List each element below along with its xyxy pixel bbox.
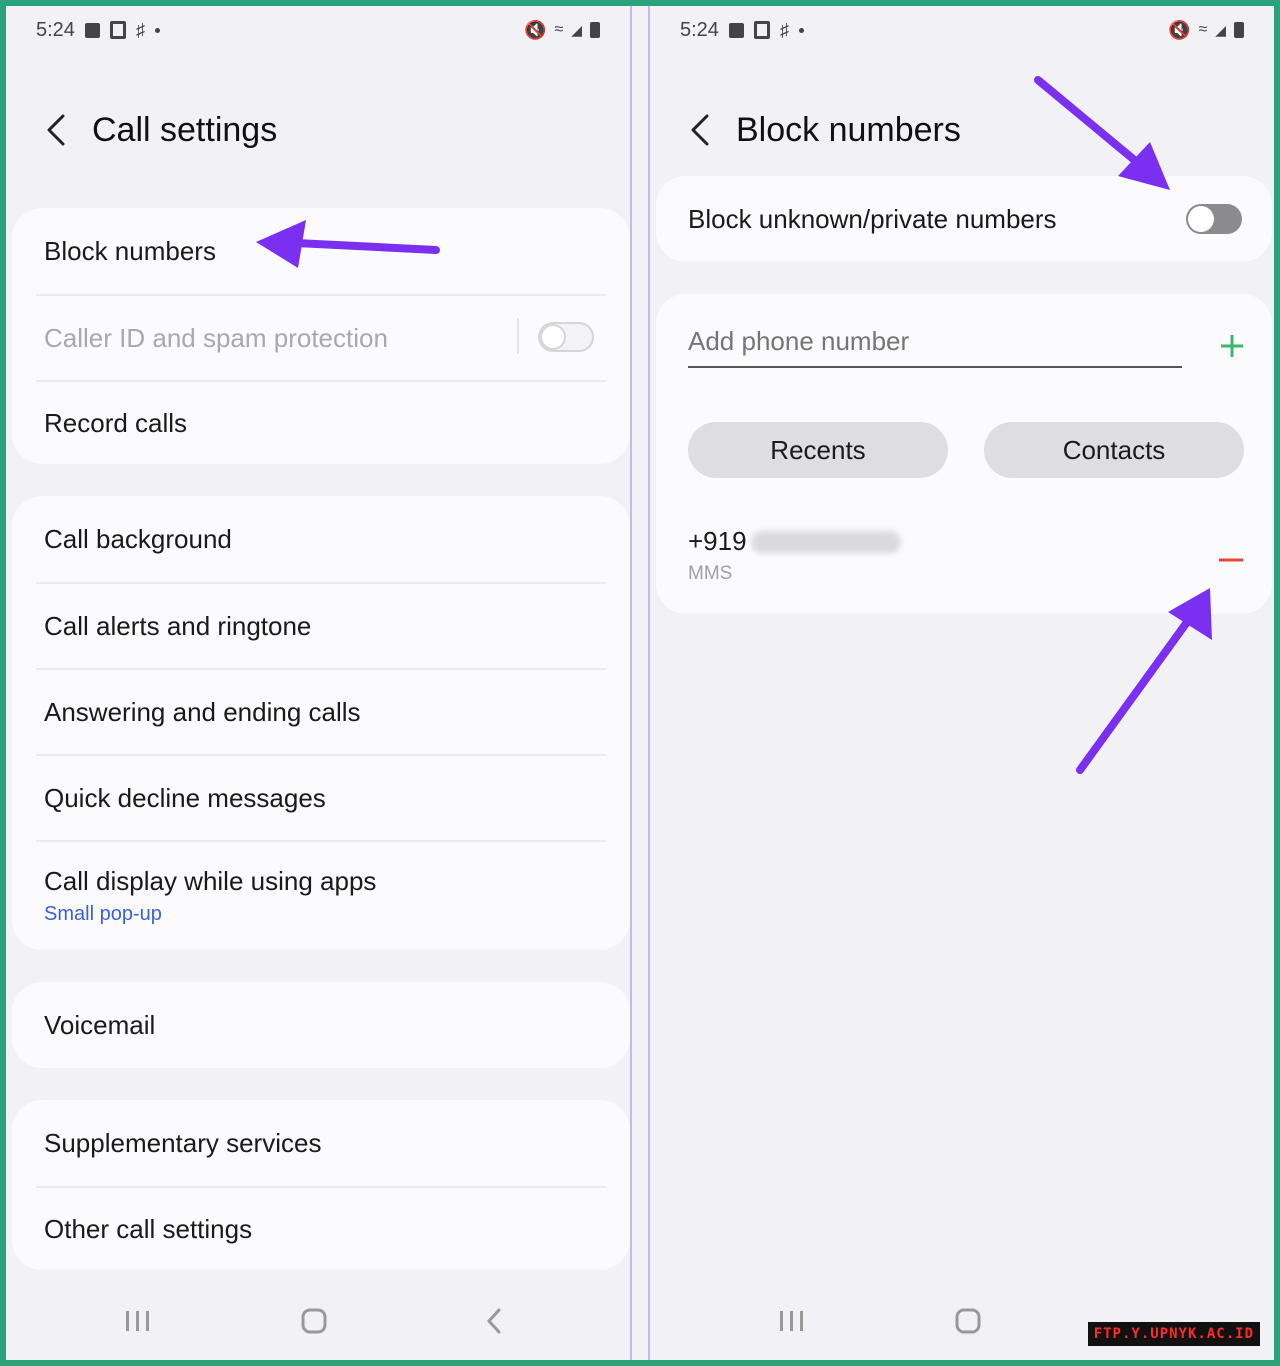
block-unknown-label: Block unknown/private numbers	[688, 203, 1057, 234]
blurred-digits	[750, 530, 901, 553]
back-arrow-icon[interactable]	[680, 110, 720, 150]
more-notifications-icon	[154, 27, 160, 33]
quick-decline-messages-item[interactable]: Quick decline messages	[12, 756, 630, 840]
mute-icon: 🔇	[1168, 19, 1191, 40]
recent-apps-icon[interactable]	[762, 1296, 822, 1346]
settings-group-blocking: Block numbers Caller ID and spam protect…	[12, 208, 630, 464]
block-unknown-toggle[interactable]	[1186, 204, 1242, 234]
caller-id-spam-label: Caller ID and spam protection	[44, 322, 388, 353]
page-title: Call settings	[92, 110, 278, 149]
call-display-sub: Small pop-up	[44, 903, 162, 925]
call-alerts-ringtone-label: Call alerts and ringtone	[44, 610, 312, 641]
add-number-plus-icon[interactable]	[1218, 332, 1246, 360]
gallery-notification-icon	[728, 22, 744, 38]
block-numbers-screen: 5:24 ♯ 🔇 ≈ ◢ Block numbers Block unknown…	[650, 6, 1274, 1360]
call-background-item[interactable]: Call background	[12, 496, 630, 582]
battery-icon	[590, 22, 600, 38]
mute-icon: 🔇	[524, 19, 547, 40]
block-unknown-item[interactable]: Block unknown/private numbers	[656, 176, 1272, 262]
add-phone-number-input[interactable]	[688, 316, 1182, 368]
call-settings-screen: 5:24 ♯ 🔇 ≈ ◢ Call settings Block numbers…	[6, 6, 630, 1360]
app-notification-icon	[109, 21, 126, 39]
block-numbers-label: Block numbers	[44, 235, 216, 266]
toggle-divider	[517, 318, 519, 354]
blocked-number-type: MMS	[688, 563, 733, 584]
other-call-settings-item[interactable]: Other call settings	[12, 1188, 630, 1270]
call-background-label: Call background	[44, 523, 232, 554]
page-header: Block numbers	[680, 102, 961, 158]
page-title: Block numbers	[736, 110, 961, 149]
status-bar: 5:24 ♯ 🔇 ≈ ◢	[680, 14, 1244, 46]
navigation-bar	[6, 1296, 630, 1346]
call-alerts-ringtone-item[interactable]: Call alerts and ringtone	[12, 584, 630, 668]
signal-icon: ◢	[571, 21, 582, 38]
answering-ending-calls-item[interactable]: Answering and ending calls	[12, 670, 630, 754]
screenshot-frame: 5:24 ♯ 🔇 ≈ ◢ Call settings Block numbers…	[6, 6, 1274, 1360]
quick-decline-messages-label: Quick decline messages	[44, 782, 326, 813]
usb-icon: ♯	[779, 19, 789, 40]
call-display-label: Call display while using apps	[44, 866, 377, 896]
settings-group-voicemail: Voicemail	[12, 982, 630, 1068]
recent-apps-icon[interactable]	[108, 1296, 168, 1346]
wifi-icon: ≈	[554, 21, 564, 38]
supplementary-services-label: Supplementary services	[44, 1127, 322, 1158]
app-notification-icon	[753, 21, 770, 39]
record-calls-item[interactable]: Record calls	[12, 382, 630, 464]
blocked-number-item[interactable]: +919 MMS	[688, 526, 1248, 596]
status-time: 5:24	[680, 18, 719, 41]
toggle-knob	[1188, 206, 1214, 232]
battery-icon	[1234, 22, 1244, 38]
voicemail-label: Voicemail	[44, 1009, 156, 1040]
page-header: Call settings	[36, 102, 277, 158]
other-call-settings-label: Other call settings	[44, 1213, 253, 1244]
caller-id-spam-toggle	[538, 322, 594, 352]
more-notifications-icon	[798, 27, 804, 33]
call-display-item[interactable]: Call display while using apps Small pop-…	[12, 842, 630, 950]
contacts-button[interactable]: Contacts	[984, 422, 1244, 478]
toggle-knob	[540, 324, 566, 350]
recents-button[interactable]: Recents	[688, 422, 948, 478]
wifi-icon: ≈	[1198, 21, 1208, 38]
home-icon[interactable]	[938, 1296, 998, 1346]
remove-number-minus-icon[interactable]	[1216, 546, 1246, 574]
status-bar: 5:24 ♯ 🔇 ≈ ◢	[36, 14, 600, 46]
block-unknown-card: Block unknown/private numbers	[656, 176, 1272, 262]
settings-group-other: Supplementary services Other call settin…	[12, 1100, 630, 1270]
watermark: FTP.Y.UPNYK.AC.ID	[1087, 1322, 1260, 1346]
panel-divider	[630, 6, 650, 1360]
record-calls-label: Record calls	[44, 407, 188, 438]
back-arrow-icon[interactable]	[36, 110, 76, 150]
block-numbers-item[interactable]: Block numbers	[12, 208, 630, 294]
signal-icon: ◢	[1215, 21, 1226, 38]
usb-icon: ♯	[135, 19, 145, 40]
gallery-notification-icon	[84, 22, 100, 38]
supplementary-services-item[interactable]: Supplementary services	[12, 1100, 630, 1186]
contacts-label: Contacts	[1062, 434, 1166, 465]
add-number-card: Recents Contacts +919 MMS	[656, 294, 1272, 614]
voicemail-item[interactable]: Voicemail	[12, 982, 630, 1068]
home-icon[interactable]	[284, 1296, 344, 1346]
settings-group-call-options: Call background Call alerts and ringtone…	[12, 496, 630, 950]
status-time: 5:24	[36, 18, 75, 41]
recents-label: Recents	[770, 434, 866, 465]
blocked-number: +919	[688, 526, 747, 556]
answering-ending-calls-label: Answering and ending calls	[44, 696, 361, 727]
back-nav-icon[interactable]	[464, 1296, 524, 1346]
